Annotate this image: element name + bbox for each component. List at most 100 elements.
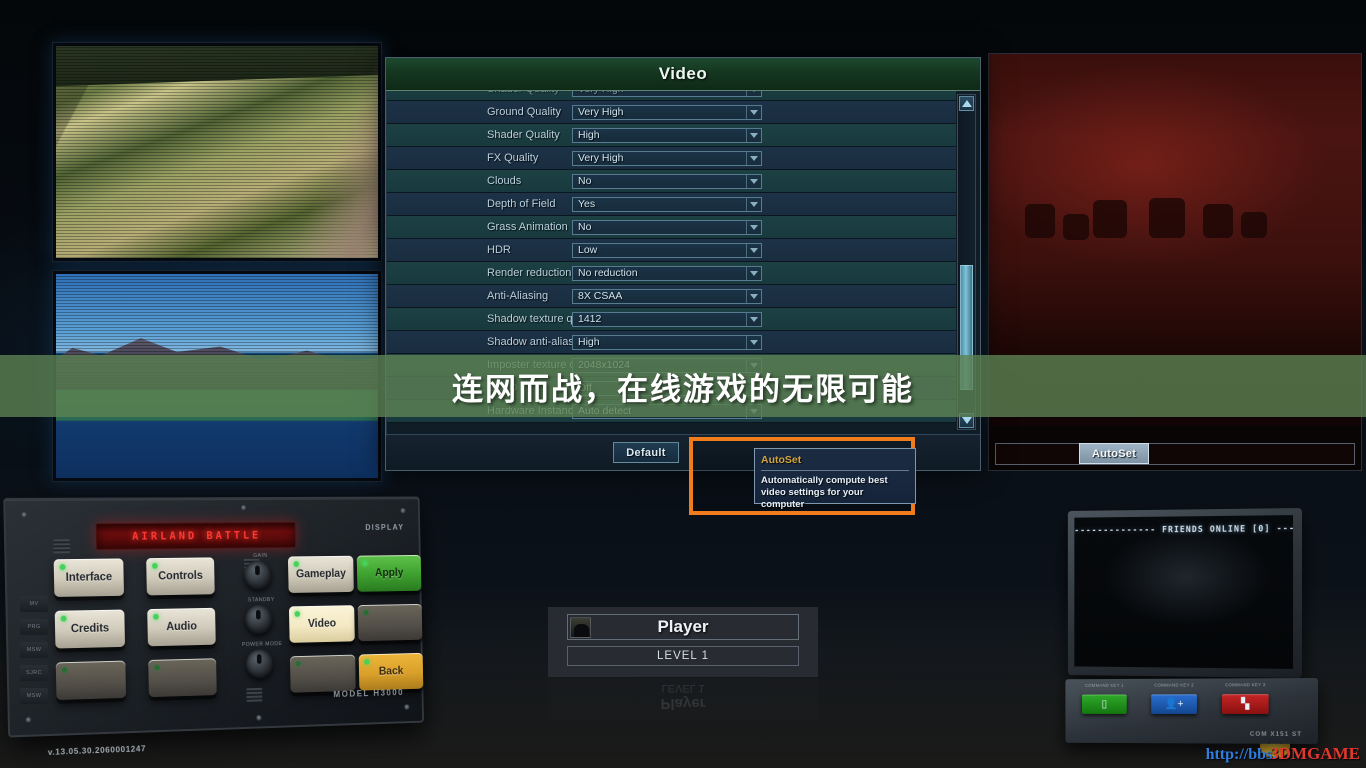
default-button[interactable]: Default — [613, 442, 679, 463]
console-knobs: GAIN STANDBY POWER MODE — [240, 553, 284, 708]
chevron-down-icon[interactable] — [746, 244, 761, 257]
menu-key-credits[interactable]: Credits — [55, 610, 125, 649]
menu-key-interface[interactable]: Interface — [54, 558, 124, 597]
setting-row[interactable]: HDR Low — [387, 239, 956, 262]
chevron-down-icon[interactable] — [746, 129, 761, 142]
setting-dropdown[interactable]: Yes — [572, 197, 762, 212]
chevron-down-icon[interactable] — [746, 290, 761, 303]
chevron-down-icon[interactable] — [746, 336, 761, 349]
menu-key-controls[interactable]: Controls — [146, 557, 215, 595]
setting-dropdown[interactable]: High — [572, 128, 762, 143]
block-icon: ▚ — [1241, 699, 1249, 710]
player-name-row[interactable]: Player — [567, 614, 799, 640]
setting-dropdown[interactable]: Very High — [572, 91, 762, 97]
knob-gain[interactable] — [244, 561, 272, 590]
setting-dropdown[interactable]: Low — [572, 243, 762, 258]
setting-row[interactable]: Depth of Field Yes — [387, 193, 956, 216]
chevron-down-icon[interactable] — [746, 221, 761, 234]
player-reflection-name: Player — [548, 695, 818, 712]
chevron-down-icon[interactable] — [746, 313, 761, 326]
preview-frame-fields — [52, 42, 382, 262]
friends-chat-button[interactable]: ▯ — [1082, 694, 1127, 713]
knob-standby[interactable] — [245, 605, 273, 634]
console-side-tab[interactable]: SJRC — [20, 665, 48, 681]
setting-dropdown[interactable]: High — [572, 335, 762, 350]
console-side-tab[interactable]: MSW — [20, 642, 48, 658]
setting-row[interactable]: Shader Quality High — [387, 124, 956, 147]
setting-row-clipped[interactable]: Shader Quality Very High — [387, 91, 956, 101]
setting-dropdown[interactable]: No reduction — [572, 266, 762, 281]
key-led-icon — [62, 667, 68, 673]
friends-button-label-2: COMMAND KEY 2 — [1151, 683, 1197, 688]
setting-value: Very High — [573, 91, 624, 95]
key-led-icon — [152, 563, 158, 569]
menu-key-apply[interactable]: Apply — [357, 555, 422, 592]
dialog-title: Video — [386, 58, 980, 91]
knob-power[interactable] — [246, 649, 274, 679]
menu-key-blank[interactable] — [56, 661, 126, 700]
setting-dropdown[interactable]: No — [572, 220, 762, 235]
setting-dropdown[interactable]: 8X CSAA — [572, 289, 762, 304]
autoset-tooltip: AutoSet Automatically compute best video… — [754, 448, 916, 504]
friends-block-button[interactable]: ▚ — [1222, 694, 1269, 714]
console-keypad: Interface Controls Gameplay Apply Credits Aud… — [54, 555, 415, 710]
menu-key-audio[interactable]: Audio — [147, 608, 216, 646]
key-led-icon — [362, 560, 367, 566]
setting-row[interactable]: Shadow anti-aliasing High — [387, 331, 956, 354]
console-side-tab[interactable]: PRG — [20, 619, 48, 635]
friends-online-header: -------------- FRIENDS ONLINE [0] ------… — [1074, 524, 1293, 536]
setting-row[interactable]: Ground Quality Very High — [387, 101, 956, 124]
chevron-down-icon[interactable] — [746, 267, 761, 280]
key-led-icon — [364, 659, 369, 665]
setting-label: Render reduction — [387, 267, 572, 279]
console-side-tab[interactable]: MSW — [20, 688, 48, 704]
friends-button-label-3: COMMAND KEY 3 — [1222, 682, 1269, 687]
chevron-down-icon[interactable] — [746, 152, 761, 165]
player-card[interactable]: Player LEVEL 1 — [548, 607, 818, 677]
scroll-up-button[interactable] — [959, 96, 974, 111]
key-led-icon — [295, 611, 301, 617]
autoset-button[interactable]: AutoSet — [1079, 443, 1149, 464]
menu-key-blank[interactable] — [148, 658, 217, 697]
friends-console-base: COMMAND KEY 1 ▯ COMMAND KEY 2 👤+ COMMAND… — [1065, 678, 1318, 744]
setting-dropdown[interactable]: Very High — [572, 105, 762, 120]
menu-key-blank[interactable] — [358, 604, 423, 641]
menu-key-video[interactable]: Video — [289, 605, 355, 643]
scanline-overlay — [56, 46, 378, 258]
friends-console: -------------- FRIENDS ONLINE [0] ------… — [1048, 500, 1366, 768]
setting-label: Grass Animation — [387, 221, 572, 233]
setting-value: No — [573, 221, 591, 233]
setting-row[interactable]: Grass Animation No — [387, 216, 956, 239]
key-led-icon — [60, 564, 66, 570]
chevron-down-icon[interactable] — [746, 175, 761, 188]
console-side-tab[interactable]: MV — [20, 596, 48, 612]
add-friend-icon: 👤+ — [1164, 699, 1183, 710]
setting-label: Clouds — [387, 175, 572, 187]
setting-dropdown[interactable]: No — [572, 174, 762, 189]
friends-monitor-screen: -------------- FRIENDS ONLINE [0] ------… — [1074, 515, 1293, 669]
promo-banner-text: 连网而战，在线游戏的无限可能 — [452, 364, 914, 409]
setting-label: Depth of Field — [387, 198, 572, 210]
menu-key-blank[interactable] — [290, 655, 356, 693]
chevron-down-icon[interactable] — [746, 91, 761, 96]
setting-row[interactable]: Render reduction No reduction — [387, 262, 956, 285]
watermark-url: http://bbs. — [1206, 746, 1277, 764]
setting-row[interactable]: FX Quality Very High — [387, 147, 956, 170]
key-led-icon — [153, 614, 159, 620]
menu-key-gameplay[interactable]: Gameplay — [288, 556, 354, 593]
knob-label-standby: STANDBY — [241, 597, 282, 604]
setting-dropdown[interactable]: 1412 — [572, 312, 762, 327]
setting-dropdown[interactable]: Very High — [572, 151, 762, 166]
setting-value: Very High — [573, 106, 624, 118]
menu-key-back[interactable]: Back — [359, 653, 424, 691]
setting-row[interactable]: Clouds No — [387, 170, 956, 193]
friends-add-button[interactable]: 👤+ — [1151, 694, 1197, 714]
chevron-down-icon[interactable] — [746, 198, 761, 211]
setting-row[interactable]: Shadow texture quality 1412 — [387, 308, 956, 331]
chevron-down-icon[interactable] — [746, 106, 761, 119]
setting-value: High — [573, 336, 600, 348]
setting-label: Shader Quality — [387, 91, 572, 95]
setting-row[interactable]: Anti-Aliasing 8X CSAA — [387, 285, 956, 308]
menu-key-label: Back — [379, 666, 404, 678]
preview-image-farmland — [56, 46, 378, 258]
